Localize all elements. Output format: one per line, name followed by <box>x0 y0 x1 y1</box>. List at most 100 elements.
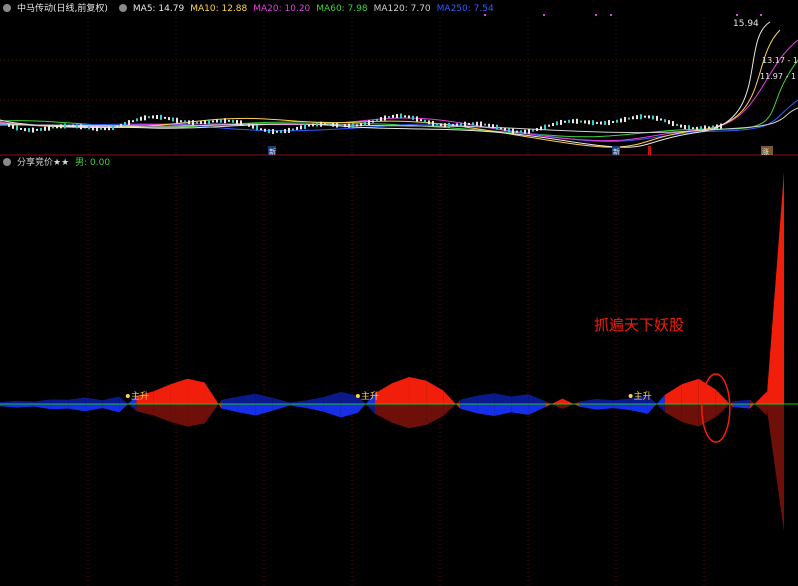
candle <box>524 129 526 134</box>
candle <box>80 124 82 130</box>
candle <box>656 115 658 121</box>
candle <box>356 124 358 127</box>
candle <box>252 124 254 129</box>
candle <box>220 118 222 123</box>
dark-red-mirror-segment <box>409 404 427 429</box>
candle <box>668 120 670 125</box>
signal-dot <box>610 14 612 16</box>
candle <box>228 119 230 122</box>
candle <box>136 118 138 122</box>
dark-blue-mirror-segment <box>255 393 273 404</box>
dark-blue-mirror-segment <box>85 397 103 404</box>
candle <box>416 116 418 122</box>
candle <box>652 115 654 120</box>
candle <box>412 115 414 120</box>
dark-blue-mirror-segment <box>579 398 597 404</box>
candle <box>636 115 638 120</box>
candle <box>364 121 366 126</box>
candle <box>24 128 26 132</box>
candle <box>120 123 122 127</box>
dark-red-mirror-segment <box>136 404 154 416</box>
candle <box>176 117 178 123</box>
rise-dot <box>125 394 130 398</box>
dark-blue-mirror-segment <box>102 396 120 404</box>
candle <box>556 121 558 126</box>
volume-spike-mark <box>648 146 651 155</box>
candle <box>512 128 514 134</box>
marker-new-1: 新 <box>269 147 276 156</box>
blue-ribbon-segment <box>511 404 529 415</box>
candle <box>32 127 34 133</box>
candle <box>168 117 170 121</box>
candle <box>516 130 518 133</box>
candle <box>428 120 430 125</box>
candle <box>212 120 214 123</box>
candle <box>348 123 350 128</box>
candle <box>360 123 362 127</box>
candle <box>704 125 706 131</box>
candle <box>528 128 530 134</box>
candle <box>12 124 14 129</box>
blue-ribbon-segment <box>732 404 750 409</box>
blue-ribbon-segment <box>630 404 648 414</box>
candle <box>500 127 502 130</box>
candle <box>720 123 722 129</box>
candle <box>560 119 562 125</box>
candle <box>304 123 306 129</box>
blue-ribbon-segment <box>460 404 478 414</box>
candle <box>172 117 174 122</box>
dark-red-mirror-segment <box>766 404 784 532</box>
candle <box>396 114 398 119</box>
candle <box>408 115 410 119</box>
candle <box>504 127 506 131</box>
signal-dots <box>484 14 762 16</box>
candle <box>56 125 58 129</box>
candle <box>632 116 634 120</box>
candle <box>404 115 406 118</box>
candle <box>480 121 482 127</box>
candle <box>384 115 386 121</box>
dark-blue-mirror-segment <box>306 396 324 404</box>
candle <box>596 121 598 124</box>
candle <box>712 125 714 129</box>
candle <box>448 122 450 128</box>
dark-red-mirror-segment <box>374 404 392 423</box>
blue-ribbon-segment <box>102 404 120 413</box>
candle <box>420 119 422 122</box>
candle <box>152 115 154 119</box>
candle <box>444 123 446 128</box>
candle <box>264 128 266 132</box>
candle <box>260 128 262 131</box>
candle <box>132 120 134 123</box>
candle <box>568 119 570 123</box>
candle <box>64 123 66 129</box>
candle <box>40 127 42 131</box>
rise-label: 主升 <box>131 390 149 402</box>
candle <box>716 124 718 129</box>
candle <box>520 130 522 134</box>
red-ribbon-segment <box>664 384 682 404</box>
blue-ribbon-segment <box>255 404 273 416</box>
candle <box>352 123 354 129</box>
candle <box>588 120 590 125</box>
candle <box>124 122 126 127</box>
candle <box>432 120 434 126</box>
candle <box>388 116 390 119</box>
dark-blue-mirror-segment <box>238 393 256 404</box>
dark-red-mirror-segment <box>664 404 682 422</box>
candle <box>216 119 218 123</box>
candle <box>296 126 298 130</box>
candle <box>88 126 90 130</box>
candle <box>700 126 702 131</box>
candle <box>104 127 106 131</box>
candle <box>116 125 118 128</box>
candle <box>660 118 662 121</box>
stock-chart[interactable]: 15.94 13.17 - 1 11.97 - 1 新 新 涨 主升 主升 主升 抓… <box>0 0 798 586</box>
signal-dot <box>595 14 597 16</box>
ma250-line <box>0 99 798 142</box>
candle <box>584 120 586 124</box>
candle <box>620 118 622 123</box>
candle <box>208 119 210 125</box>
candle <box>148 116 150 119</box>
candle <box>684 125 686 130</box>
